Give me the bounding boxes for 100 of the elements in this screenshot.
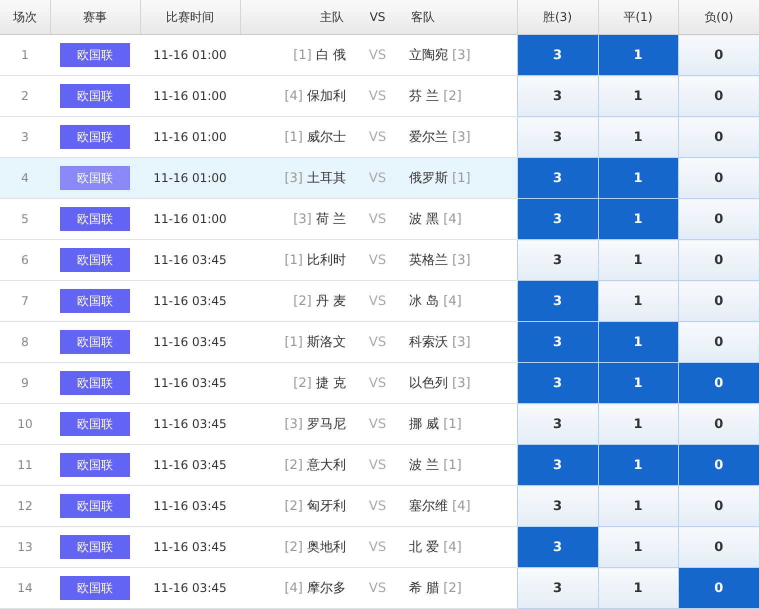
odds-option[interactable]: 0 <box>678 568 760 608</box>
home-seed: [2] <box>293 294 312 309</box>
match-number: 11 <box>0 444 50 486</box>
odds-option[interactable]: 3 <box>517 240 598 280</box>
away-seed: [3] <box>452 376 471 391</box>
odds-option[interactable]: 3 <box>517 116 598 158</box>
away-seed: [4] <box>443 294 462 309</box>
odds-option[interactable]: 3 <box>517 362 598 404</box>
odds-option[interactable]: 0 <box>678 322 760 362</box>
column-header: 主队 <box>240 0 352 34</box>
odds-option[interactable]: 0 <box>678 526 760 568</box>
odds-option[interactable]: 3 <box>517 280 598 322</box>
odds-option[interactable]: 3 <box>517 198 598 240</box>
league-badge: 欧国联 <box>60 248 130 272</box>
odds-option[interactable]: 3 <box>517 404 598 444</box>
odds-option[interactable]: 3 <box>517 568 598 608</box>
odds-option[interactable]: 3 <box>517 76 598 116</box>
away-team: 芬 兰 <box>409 89 440 104</box>
odds-option[interactable]: 0 <box>678 158 760 198</box>
match-number: 2 <box>0 76 50 116</box>
match-number: 14 <box>0 568 50 608</box>
away-seed: [1] <box>452 171 471 186</box>
odds-option[interactable]: 3 <box>517 486 598 526</box>
odds-option[interactable]: 1 <box>598 76 678 116</box>
match-time: 11-16 03:45 <box>140 486 240 526</box>
match-time: 11-16 03:45 <box>140 240 240 280</box>
home-seed: [2] <box>284 458 303 473</box>
home-seed: [4] <box>284 581 303 596</box>
odds-option[interactable]: 1 <box>598 322 678 362</box>
odds-option[interactable]: 1 <box>598 116 678 158</box>
odds-option[interactable]: 1 <box>598 198 678 240</box>
odds-option[interactable]: 0 <box>678 240 760 280</box>
match-time: 11-16 03:45 <box>140 404 240 444</box>
match-number: 4 <box>0 158 50 198</box>
league-badge: 欧国联 <box>60 453 130 477</box>
odds-option[interactable]: 0 <box>678 198 760 240</box>
odds-option[interactable]: 0 <box>678 404 760 444</box>
home-team: 丹 麦 <box>316 294 346 309</box>
home-team: 比利时 <box>307 253 346 268</box>
match-time: 11-16 03:45 <box>140 568 240 608</box>
odds-option[interactable]: 0 <box>678 362 760 404</box>
away-team: 挪 威 <box>409 417 440 432</box>
match-number: 10 <box>0 404 50 444</box>
odds-option[interactable]: 1 <box>598 280 678 322</box>
match-time: 11-16 01:00 <box>140 34 240 76</box>
odds-option[interactable]: 0 <box>678 34 760 76</box>
column-header: 赛事 <box>50 0 140 34</box>
match-number: 13 <box>0 526 50 568</box>
away-seed: [2] <box>443 89 462 104</box>
column-header: 场次 <box>0 0 50 34</box>
odds-option[interactable]: 0 <box>678 116 760 158</box>
vs-label: VS <box>352 34 403 76</box>
odds-option[interactable]: 1 <box>598 34 678 76</box>
odds-option[interactable]: 3 <box>517 158 598 198</box>
home-team: 白 俄 <box>316 48 346 63</box>
home-team: 摩尔多 <box>307 581 346 596</box>
home-team: 斯洛文 <box>307 335 346 350</box>
vs-label: VS <box>352 404 403 444</box>
away-team: 塞尔维 <box>409 499 448 514</box>
away-seed: [4] <box>443 540 462 555</box>
home-team: 匈牙利 <box>307 499 346 514</box>
league-badge: 欧国联 <box>60 412 130 436</box>
league-badge: 欧国联 <box>60 371 130 395</box>
odds-option[interactable]: 1 <box>598 158 678 198</box>
match-number: 7 <box>0 280 50 322</box>
league-badge: 欧国联 <box>60 494 130 518</box>
match-time: 11-16 03:45 <box>140 526 240 568</box>
vs-label: VS <box>352 280 403 322</box>
league-badge: 欧国联 <box>60 84 130 108</box>
away-team: 科索沃 <box>409 335 448 350</box>
odds-option[interactable]: 0 <box>678 444 760 486</box>
home-seed: [1] <box>293 48 312 63</box>
home-seed: [2] <box>284 499 303 514</box>
away-seed: [1] <box>443 417 462 432</box>
odds-option[interactable]: 1 <box>598 486 678 526</box>
column-header: 平(1) <box>598 0 678 34</box>
odds-option[interactable]: 1 <box>598 568 678 608</box>
match-time: 11-16 01:00 <box>140 116 240 158</box>
column-header: 胜(3) <box>517 0 598 34</box>
away-team: 希 腊 <box>409 581 440 596</box>
odds-option[interactable]: 1 <box>598 240 678 280</box>
odds-option[interactable]: 1 <box>598 404 678 444</box>
odds-option[interactable]: 3 <box>517 34 598 76</box>
odds-option[interactable]: 1 <box>598 362 678 404</box>
away-seed: [2] <box>443 581 462 596</box>
home-seed: [2] <box>293 376 312 391</box>
odds-option[interactable]: 1 <box>598 526 678 568</box>
odds-option[interactable]: 3 <box>517 322 598 362</box>
odds-option[interactable]: 0 <box>678 486 760 526</box>
away-team: 爱尔兰 <box>409 130 448 145</box>
odds-option[interactable]: 0 <box>678 280 760 322</box>
odds-option[interactable]: 0 <box>678 76 760 116</box>
odds-option[interactable]: 3 <box>517 444 598 486</box>
match-time: 11-16 03:45 <box>140 444 240 486</box>
league-badge: 欧国联 <box>60 207 130 231</box>
league-badge: 欧国联 <box>60 535 130 559</box>
odds-option[interactable]: 1 <box>598 444 678 486</box>
match-number: 5 <box>0 198 50 240</box>
home-team: 荷 兰 <box>316 212 346 227</box>
odds-option[interactable]: 3 <box>517 526 598 568</box>
